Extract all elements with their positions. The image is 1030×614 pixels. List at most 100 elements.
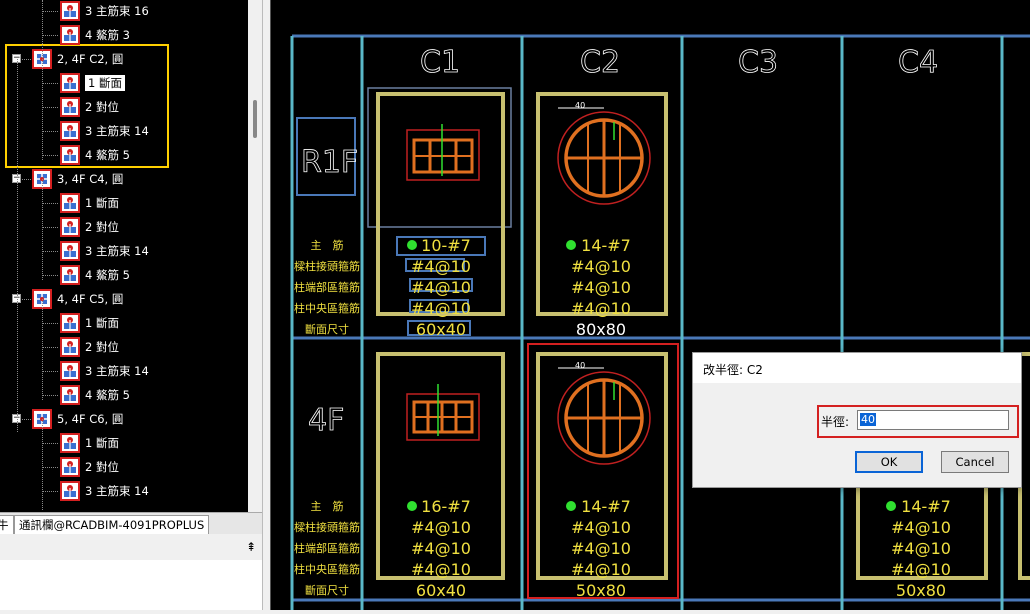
tree-connector — [42, 443, 58, 444]
tree-panel[interactable]: 3 主筋束 16 4 鰲筋 3−2, 4F C2, 圓1 斷面 2 對位 3 主筋束 … — [0, 0, 262, 512]
tree-label: 2 對位 — [85, 100, 119, 114]
svg-text:#4@10: #4@10 — [891, 518, 951, 537]
legend-main: 主 筋 — [311, 238, 344, 252]
tree-node[interactable]: 5, 4F C6, 圓 — [32, 407, 123, 431]
tree-node[interactable]: 3, 4F C4, 圓 — [32, 167, 123, 191]
svg-text:#4@10: #4@10 — [411, 560, 471, 579]
tab-left[interactable]: 牛 — [0, 515, 14, 535]
svg-text:#4@10: #4@10 — [411, 257, 471, 276]
tree-leaf[interactable]: 3 主筋束 16 — [60, 0, 149, 23]
tree-leaf[interactable]: 1 斷面 — [60, 311, 119, 335]
tree-connector — [42, 131, 58, 132]
tree-leaf[interactable]: 4 鰲筋 5 — [60, 383, 130, 407]
message-bar: ⇞ — [0, 534, 262, 561]
tree-node[interactable]: 2, 4F C2, 圓 — [32, 47, 123, 71]
message-area[interactable] — [0, 560, 262, 610]
svg-text:#4@10: #4@10 — [571, 299, 631, 318]
tree-leaf[interactable]: 3 主筋束 14 — [60, 359, 149, 383]
col-header-c3: C3 — [738, 45, 778, 80]
tree-label: 3 主筋束 14 — [85, 364, 149, 378]
tree-label: 1 斷面 — [85, 436, 119, 450]
tree-label: 1 斷面 — [85, 75, 125, 91]
tree-scrollbar[interactable] — [248, 0, 262, 512]
cancel-button[interactable]: Cancel — [941, 451, 1009, 473]
tree-leaf[interactable]: 2 對位 — [60, 455, 119, 479]
tree-label: 1 斷面 — [85, 196, 119, 210]
svg-text:40: 40 — [575, 361, 585, 370]
tree-connector — [42, 11, 58, 12]
tree-label: 4 鰲筋 5 — [85, 388, 130, 402]
rebar-item-icon — [60, 265, 80, 285]
tree-leaf[interactable]: 4 鰲筋 3 — [60, 23, 130, 47]
tree-leaf[interactable]: 3 主筋束 14 — [60, 479, 149, 503]
rebar-item-icon — [60, 25, 80, 45]
pin-icon[interactable]: ⇞ — [246, 540, 256, 554]
legend-center-4f: 柱中央區箍筋 — [294, 562, 360, 576]
cad-canvas[interactable]: C1 C2 C3 C4 R1F 4F 主 筋 樑柱接頭箍筋 柱端部區箍筋 柱中央… — [269, 0, 1030, 610]
radius-input[interactable]: 40 — [857, 410, 1009, 430]
tree-connector — [42, 323, 58, 324]
tree-node[interactable]: 4, 4F C5, 圓 — [32, 287, 123, 311]
svg-text:#4@10: #4@10 — [411, 539, 471, 558]
tree-connector — [42, 179, 43, 280]
tree-label: 4 鰲筋 3 — [85, 28, 130, 42]
tree-connector — [42, 35, 58, 36]
tree-connector — [42, 467, 58, 468]
tree-connector — [42, 155, 58, 156]
tree-leaf[interactable]: 4 鰲筋 5 — [60, 143, 130, 167]
rebar-item-icon — [60, 433, 80, 453]
cad-drawing: C1 C2 C3 C4 R1F 4F 主 筋 樑柱接頭箍筋 柱端部區箍筋 柱中央… — [269, 0, 1030, 610]
legend-main-4f: 主 筋 — [311, 499, 344, 513]
svg-text:#4@10: #4@10 — [571, 539, 631, 558]
dialog-body: 半徑: 40 OK Cancel — [693, 383, 1021, 487]
tree-leaf[interactable]: 2 對位 — [60, 95, 119, 119]
tree-connector — [42, 203, 58, 204]
tree-connector — [42, 395, 58, 396]
tree-label: 3 主筋束 14 — [85, 484, 149, 498]
tree-connector — [42, 107, 58, 108]
rebar-item-icon — [60, 241, 80, 261]
svg-text:#4@10: #4@10 — [571, 278, 631, 297]
tree-label: 4, 4F C5, 圓 — [57, 292, 124, 306]
radius-value: 40 — [860, 413, 876, 426]
legend-end-4f: 柱端部區箍筋 — [294, 541, 360, 555]
tree-leaf[interactable]: 1 斷面 — [60, 431, 119, 455]
row-label-r1f: R1F — [301, 145, 358, 180]
rebar-item-icon — [60, 217, 80, 237]
tree-label: 3, 4F C4, 圓 — [57, 172, 124, 186]
svg-text:80x80: 80x80 — [576, 320, 626, 339]
rebar-item-icon — [60, 313, 80, 333]
svg-text:#4@10: #4@10 — [571, 560, 631, 579]
tree-label: 3 主筋束 16 — [85, 4, 149, 18]
rebar-item-icon — [60, 97, 80, 117]
tree-label: 2 對位 — [85, 460, 119, 474]
rebar-item-icon — [60, 361, 80, 381]
svg-text:14-#7: 14-#7 — [901, 497, 951, 516]
col-header-c2: C2 — [580, 45, 620, 80]
legend-joint: 樑柱接頭箍筋 — [294, 259, 360, 273]
tree-leaf[interactable]: 1 斷面 — [60, 191, 119, 215]
legend-size-4f: 斷面尺寸 — [305, 583, 349, 597]
col-header-c1: C1 — [420, 45, 460, 80]
tree-label: 2 對位 — [85, 340, 119, 354]
rebar-item-icon — [60, 121, 80, 141]
legend-size: 斷面尺寸 — [305, 322, 349, 336]
scrollbar-thumb[interactable] — [253, 100, 257, 138]
tree-leaf[interactable]: 2 對位 — [60, 215, 119, 239]
svg-text:10-#7: 10-#7 — [421, 236, 471, 255]
tree-leaf[interactable]: 3 主筋束 14 — [60, 119, 149, 143]
tree-leaf[interactable]: 2 對位 — [60, 335, 119, 359]
svg-text:16-#7: 16-#7 — [421, 497, 471, 516]
legend-joint-4f: 樑柱接頭箍筋 — [294, 520, 360, 534]
tab-message[interactable]: 通訊欄@RCADBIM-4091PROPLUS — [14, 515, 210, 535]
svg-text:60x40: 60x40 — [416, 581, 466, 600]
rebar-item-icon — [60, 457, 80, 477]
tree-leaf[interactable]: 3 主筋束 14 — [60, 239, 149, 263]
tree-connector — [42, 227, 58, 228]
tree-leaf[interactable]: 1 斷面 — [60, 71, 125, 95]
legend-end: 柱端部區箍筋 — [294, 280, 360, 294]
tree-label: 3 主筋束 14 — [85, 124, 149, 138]
tree-leaf[interactable]: 4 鰲筋 5 — [60, 263, 130, 287]
tree-label: 1 斷面 — [85, 316, 119, 330]
ok-button[interactable]: OK — [855, 451, 923, 473]
